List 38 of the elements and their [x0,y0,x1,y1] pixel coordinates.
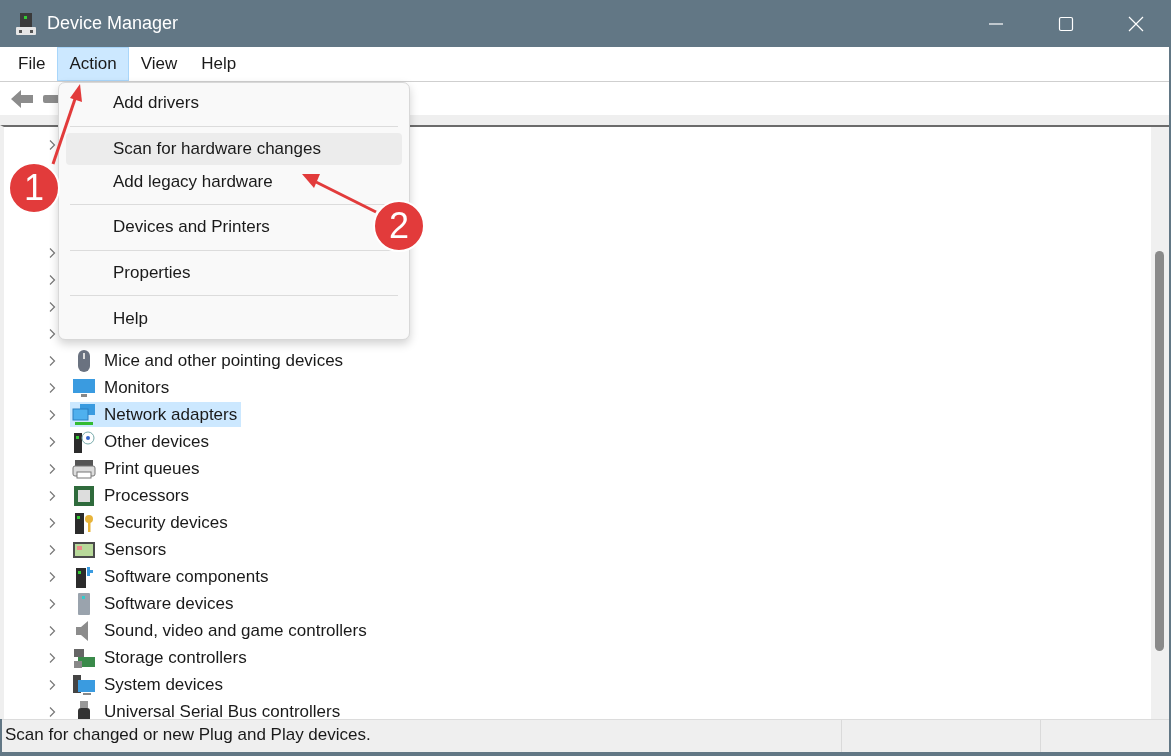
menu-item[interactable]: Scan for hardware changes [66,132,402,166]
menu-item[interactable]: Help [66,302,162,336]
menu-item[interactable]: Devices and Printers [66,211,284,244]
tree-item[interactable]: System devices [70,672,228,697]
network-icon [72,402,96,427]
tree-item[interactable]: Other devices [70,429,213,454]
menu-item[interactable]: Action [57,47,129,81]
window-title: Device Manager [47,13,180,34]
tree-item[interactable]: Storage controllers [70,645,251,670]
tree-item[interactable]: Network adapters [70,402,242,427]
scrollbar[interactable] [1151,127,1169,719]
tree-item[interactable]: Processors [70,483,194,508]
tree-item[interactable]: Software components [70,564,273,589]
tree-item[interactable]: Sensors [70,537,171,562]
scrollbar-thumb[interactable] [1155,251,1164,651]
menu-item[interactable]: View [128,47,190,81]
close-icon [1128,15,1144,32]
tree-item[interactable]: Software devices [70,591,238,616]
tree-item[interactable]: Mice and other pointing devices [70,348,348,373]
tree-item[interactable]: Sound, video and game controllers [70,618,371,643]
minimize-icon [988,22,1004,25]
computer-icon [15,11,37,36]
tree-item[interactable]: Print queues [70,456,204,481]
unknown-device-icon [72,429,96,454]
tree-item[interactable]: Monitors [70,375,174,400]
menu-item[interactable]: File [6,47,58,81]
tree-item[interactable]: Universal Serial Bus controllers [70,699,345,719]
computer-icon [72,672,96,697]
tree-item[interactable]: Security devices [70,510,232,535]
menu-item[interactable]: Add drivers [66,87,213,120]
maximize-icon [1058,15,1074,32]
menu-item[interactable]: Properties [66,256,205,290]
menu-item[interactable]: Help [189,47,249,81]
back-arrow-icon[interactable] [9,87,35,110]
status-text: Scan for changed or new Plug and Play devices. [4,724,372,746]
chip-icon [72,483,96,508]
menu-item[interactable]: Add legacy hardware [66,165,287,198]
key-device-icon [72,510,96,535]
